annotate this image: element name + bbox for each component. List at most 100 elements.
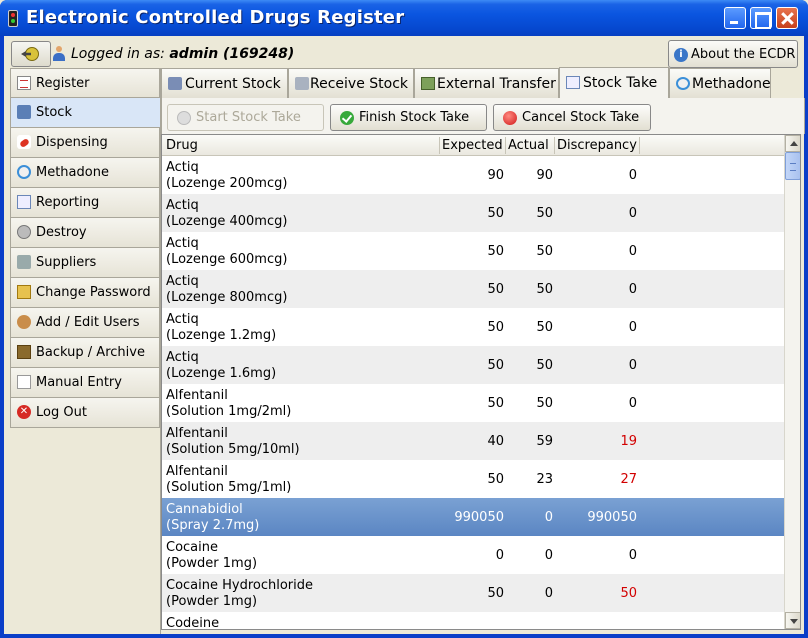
column-divider[interactable] (639, 137, 640, 154)
sidebar-item-reporting[interactable]: Reporting (10, 188, 160, 218)
finish-stock-take-button[interactable]: Finish Stock Take (330, 104, 487, 131)
sidebar-item-methadone[interactable]: Methadone (10, 158, 160, 188)
drug-name: Actiq (166, 198, 199, 213)
table-row[interactable]: Actiq (Lozenge 1.6mg) 50 50 0 (162, 346, 784, 384)
discrepancy-cell: 0 (628, 320, 637, 335)
sidebar-item-users[interactable]: Add / Edit Users (10, 308, 160, 338)
drug-name: Alfentanil (166, 388, 228, 403)
main-panel: Current Stock Receive Stock External Tra… (160, 67, 805, 634)
password-icon (17, 285, 31, 299)
sidebar-item-dispensing[interactable]: Dispensing (10, 128, 160, 158)
column-header-drug[interactable]: Drug (166, 138, 198, 153)
drug-cell: Actiq (Lozenge 1.6mg) (166, 350, 276, 382)
stock-icon (17, 105, 31, 119)
actual-cell: 90 (536, 168, 553, 183)
drug-name: Cocaine Hydrochloride (166, 578, 314, 593)
table-row[interactable]: Actiq (Lozenge 1.2mg) 50 50 0 (162, 308, 784, 346)
table-row[interactable]: Alfentanil (Solution 5mg/1ml) 50 23 27 (162, 460, 784, 498)
window-title: Electronic Controlled Drugs Register (26, 7, 405, 28)
drug-form: (Lozenge 1.6mg) (166, 366, 277, 381)
start-stock-take-button[interactable]: Start Stock Take (167, 104, 324, 131)
drug-cell: Cannabidiol (Spray 2.7mg) (166, 502, 259, 534)
about-button[interactable]: i About the ECDR (668, 40, 798, 68)
discrepancy-cell: 27 (620, 472, 637, 487)
check-icon (177, 111, 191, 125)
title-bar[interactable]: Electronic Controlled Drugs Register (0, 0, 808, 36)
sidebar-item-suppliers[interactable]: Suppliers (10, 248, 160, 278)
transfer-icon (421, 77, 435, 90)
table-row[interactable]: Actiq (Lozenge 600mcg) 50 50 0 (162, 232, 784, 270)
cancel-stock-take-button[interactable]: Cancel Stock Take (493, 104, 651, 131)
column-divider[interactable] (439, 137, 440, 154)
users-icon (17, 315, 31, 329)
table-row[interactable]: Alfentanil (Solution 5mg/10ml) 40 59 19 (162, 422, 784, 460)
sidebar-item-change-password[interactable]: Change Password (10, 278, 160, 308)
discrepancy-cell: 0 (628, 282, 637, 297)
tab-stock-take[interactable]: Stock Take (559, 67, 669, 99)
sidebar-item-label: Dispensing (36, 135, 108, 150)
column-header-discrepancy[interactable]: Discrepancy (557, 138, 637, 153)
table-header: Drug Expected Actual Discrepancy (162, 135, 784, 156)
tab-label: Receive Stock (310, 76, 409, 92)
expected-cell: 50 (487, 282, 504, 297)
client-area: Logged in as: admin (169248) i About the… (4, 36, 805, 634)
column-divider[interactable] (554, 137, 555, 154)
table-row[interactable]: Actiq (Lozenge 400mcg) 50 50 0 (162, 194, 784, 232)
drug-name: Actiq (166, 350, 199, 365)
discrepancy-cell: 990050 (587, 510, 637, 525)
action-bar: Start Stock Take Finish Stock Take Cance… (161, 98, 805, 134)
drug-name: Cannabidiol (166, 502, 243, 517)
table-row[interactable]: Actiq (Lozenge 800mcg) 50 50 0 (162, 270, 784, 308)
back-button[interactable] (11, 41, 51, 67)
tab-methadone[interactable]: Methadone (669, 68, 771, 98)
column-header-expected[interactable]: Expected (442, 138, 503, 153)
close-button[interactable] (776, 7, 798, 29)
sidebar-item-label: Methadone (36, 165, 109, 180)
sidebar: Register Stock Dispensing Methadone Repo… (10, 68, 162, 428)
logged-in-status: Logged in as: admin (169248) (71, 46, 294, 62)
tab-external-transfer[interactable]: External Transfer (414, 68, 559, 98)
sidebar-item-destroy[interactable]: Destroy (10, 218, 160, 248)
table-row[interactable]: Alfentanil (Solution 1mg/2ml) 50 50 0 (162, 384, 784, 422)
discrepancy-cell: 0 (628, 206, 637, 221)
scroll-down-button[interactable] (785, 612, 800, 629)
drug-name: Alfentanil (166, 426, 228, 441)
column-divider[interactable] (505, 137, 506, 154)
actual-cell: 50 (536, 396, 553, 411)
sidebar-item-stock[interactable]: Stock (10, 98, 162, 128)
back-arrow-icon (25, 47, 39, 61)
sidebar-item-manual-entry[interactable]: Manual Entry (10, 368, 160, 398)
table-body: Actiq (Lozenge 200mcg) 90 90 0 Actiq (Lozenge … (162, 156, 784, 629)
maximize-button[interactable] (750, 7, 772, 29)
table-row[interactable]: Cocaine Hydrochloride (Powder 1mg) 50 0 50 (162, 574, 784, 612)
drug-form: (Powder 1mg) (166, 556, 258, 571)
table-row[interactable]: Cannabidiol (Spray 2.7mg) 990050 0 990050 (162, 498, 784, 536)
scroll-thumb[interactable] (785, 152, 800, 180)
expected-cell: 990050 (454, 510, 504, 525)
pill-icon (17, 135, 31, 149)
drug-name: Actiq (166, 236, 199, 251)
info-icon: i (674, 48, 688, 62)
minimize-button[interactable] (724, 7, 746, 29)
discrepancy-cell: 0 (628, 168, 637, 183)
drug-cell: Alfentanil (Solution 1mg/2ml) (166, 388, 291, 420)
sidebar-item-register[interactable]: Register (10, 68, 160, 98)
about-button-label: About the ECDR (691, 47, 796, 62)
table-row[interactable]: Cocaine (Powder 1mg) 0 0 0 (162, 536, 784, 574)
truck-icon (168, 77, 182, 90)
table-row[interactable]: Codeine (162, 612, 784, 629)
column-header-actual[interactable]: Actual (508, 138, 549, 153)
drug-cell: Actiq (Lozenge 200mcg) (166, 160, 287, 192)
vertical-scrollbar[interactable] (784, 135, 800, 629)
sidebar-item-log-out[interactable]: ✕ Log Out (10, 398, 160, 428)
expected-cell: 90 (487, 168, 504, 183)
tab-receive-stock[interactable]: Receive Stock (288, 68, 414, 98)
table-row[interactable]: Actiq (Lozenge 200mcg) 90 90 0 (162, 156, 784, 194)
scroll-up-button[interactable] (785, 135, 800, 152)
expected-cell: 50 (487, 396, 504, 411)
actual-cell: 50 (536, 244, 553, 259)
expected-cell: 50 (487, 586, 504, 601)
sidebar-item-backup[interactable]: Backup / Archive (10, 338, 160, 368)
actual-cell: 0 (544, 586, 553, 601)
tab-current-stock[interactable]: Current Stock (161, 68, 288, 98)
